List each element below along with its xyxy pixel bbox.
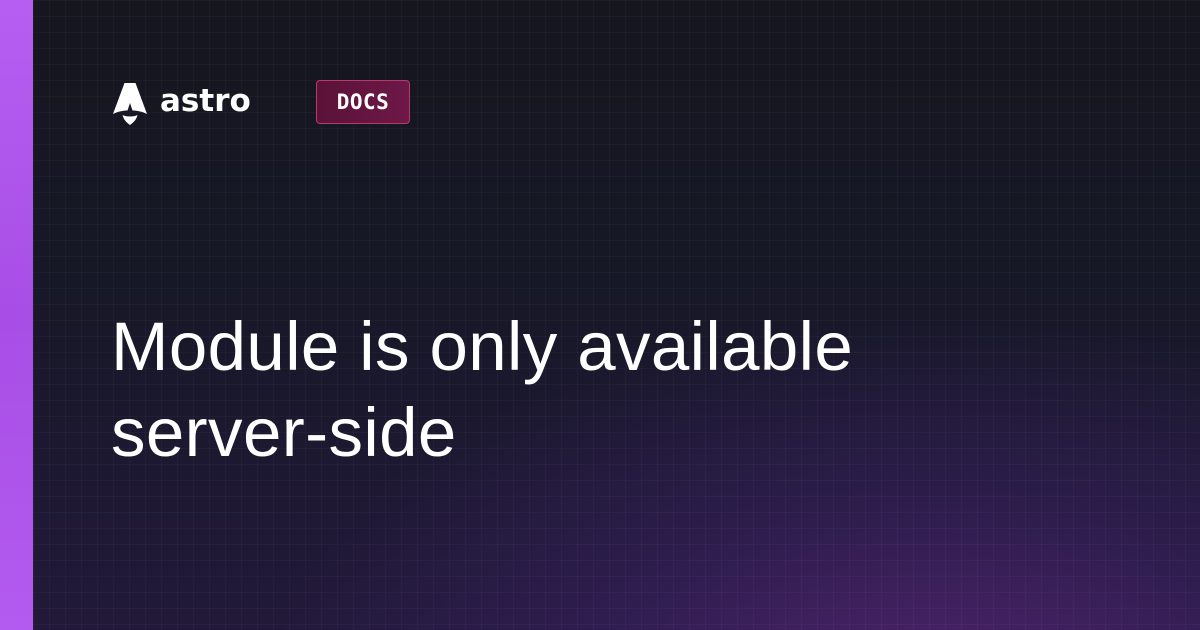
page-title-line-1: Module is only available <box>111 308 854 385</box>
og-card: astro DOCS Module is only available serv… <box>0 0 1200 630</box>
page-title-line-2: server-side <box>111 394 457 471</box>
astro-wordmark: astro <box>160 83 251 119</box>
astro-rocket-logo-icon <box>113 83 147 125</box>
side-accent-stripe <box>0 0 33 630</box>
docs-badge: DOCS <box>316 80 410 124</box>
astro-brand: astro <box>111 80 251 126</box>
page-title: Module is only available server-side <box>111 304 1111 476</box>
